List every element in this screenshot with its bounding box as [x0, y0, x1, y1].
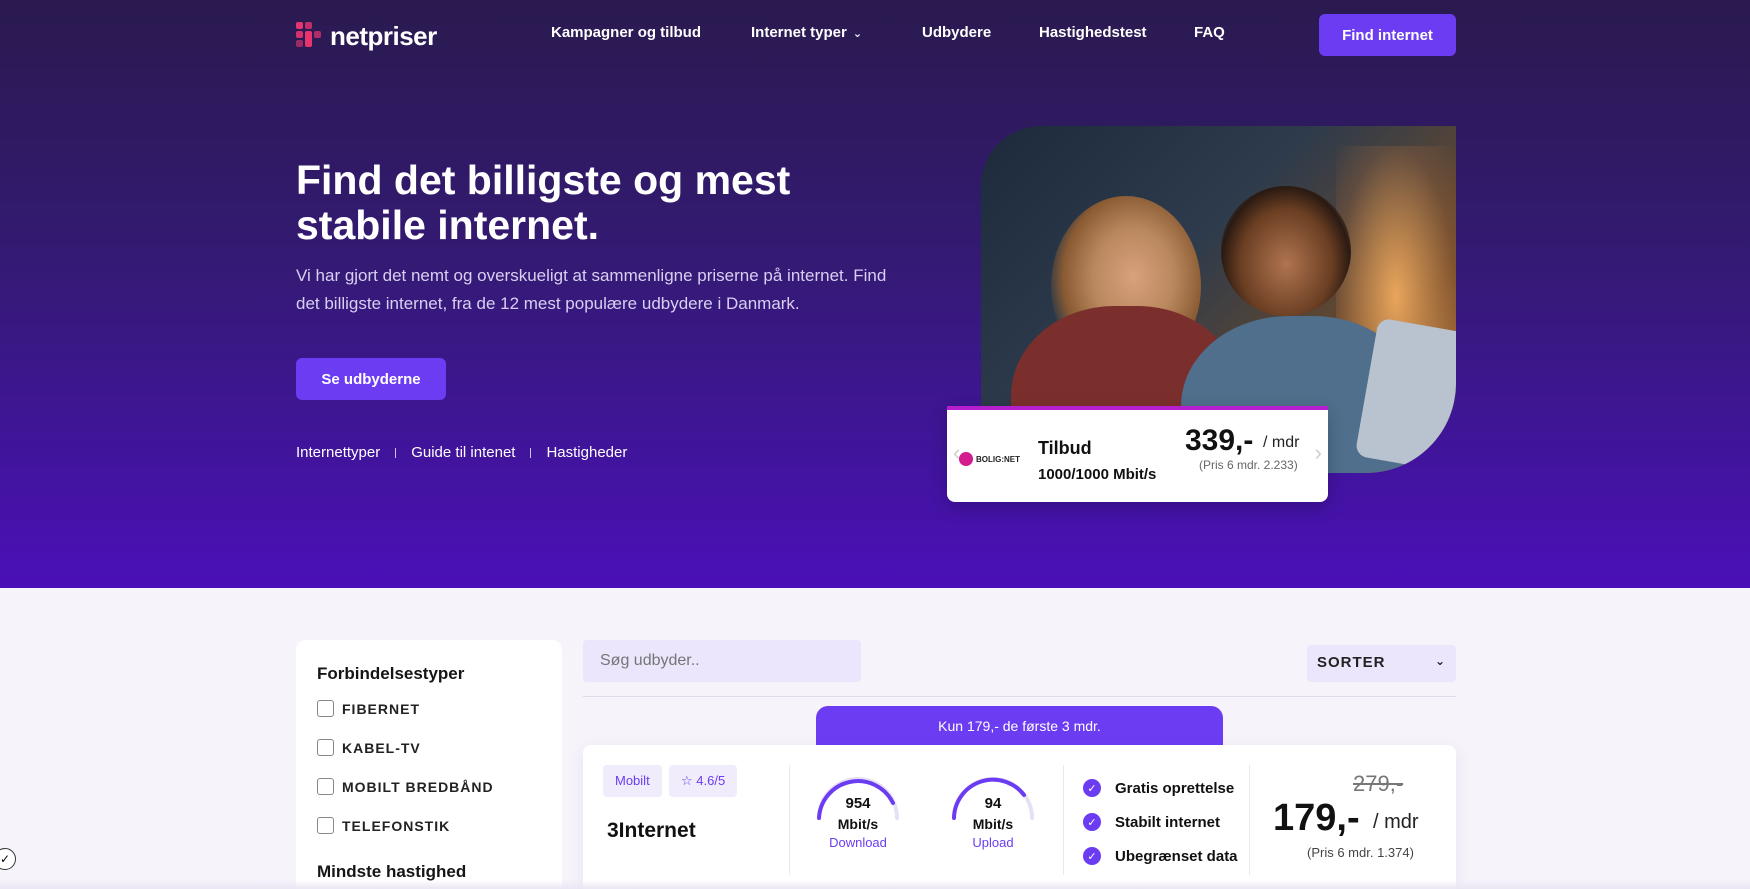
upload-value: 94	[984, 795, 1002, 812]
link-divider	[395, 447, 397, 458]
feature-label: Gratis oprettelse	[1115, 779, 1235, 797]
offer-note: (Pris 6 mdr. 2.233)	[1199, 458, 1298, 472]
filter-label: MOBILT BREDBÅND	[342, 778, 494, 795]
chevron-down-icon: ⌄	[1434, 654, 1446, 668]
offer-card[interactable]: ‹ › BOLIG:NET Tilbud 1000/1000 Mbit/s 33…	[947, 406, 1328, 502]
checkbox[interactable]	[317, 700, 334, 717]
rating-value: 4.6/5	[696, 773, 726, 788]
old-price: 279,-	[1353, 771, 1404, 796]
feature-label: Ubegrænset data	[1115, 847, 1238, 865]
divider	[789, 765, 790, 875]
chevron-right-icon[interactable]: ›	[1315, 440, 1322, 466]
offer-logo-text: BOLIG:NET	[976, 454, 1020, 464]
filter-sidebar: Forbindelsestyper FIBERNET KABEL-TV MOBI…	[296, 640, 562, 889]
link-internettyper[interactable]: Internettyper	[296, 444, 380, 461]
feature-label: Stabilt internet	[1115, 813, 1221, 831]
filter-telefonstik[interactable]: TELEFONSTIK	[317, 817, 450, 834]
price-unit: / mdr	[1373, 811, 1419, 833]
hero-links: Internettyper Guide til intenet Hastighe…	[296, 444, 627, 461]
feature-item: ✓ Gratis oprettelse	[1083, 779, 1234, 797]
offer-speed: 1000/1000 Mbit/s	[1038, 466, 1157, 483]
nav-internet-typer-label: Internet typer	[751, 24, 847, 41]
sort-label: SORTER	[1317, 654, 1386, 671]
logo[interactable]: netpriser	[296, 20, 437, 52]
boligbet-logo: BOLIG:NET	[959, 452, 1020, 466]
offer-title: Tilbud	[1038, 438, 1092, 458]
hero-section: netpriser Kampagner og tilbud Internet t…	[0, 0, 1750, 588]
se-udbyderne-button[interactable]: Se udbyderne	[296, 358, 446, 400]
rating-tag: ☆ 4.6/5	[669, 765, 738, 797]
feature-item: ✓ Ubegrænset data	[1083, 847, 1238, 865]
divider	[583, 696, 1456, 697]
check-icon: ✓	[1083, 813, 1101, 831]
nav-faq[interactable]: FAQ	[1194, 24, 1225, 41]
link-guide[interactable]: Guide til intenet	[411, 444, 515, 461]
nav-udbydere[interactable]: Udbydere	[922, 24, 991, 41]
provider-card[interactable]: Mobilt ☆ 4.6/5 3Internet 954 Mbit/s Down…	[583, 745, 1456, 889]
cookie-settings-icon[interactable]: ✓	[0, 848, 16, 870]
type-tag: Mobilt	[603, 765, 662, 797]
logo-icon	[296, 20, 322, 52]
filter-label: FIBERNET	[342, 700, 420, 717]
filter-fibernet[interactable]: FIBERNET	[317, 700, 420, 717]
filter-title: Forbindelsestyper	[317, 664, 465, 683]
find-internet-button[interactable]: Find internet	[1319, 14, 1456, 56]
check-icon: ✓	[1083, 779, 1101, 797]
speed-filter-title: Mindste hastighed	[317, 862, 467, 881]
filter-label: TELEFONSTIK	[342, 817, 451, 834]
filter-kabel-tv[interactable]: KABEL-TV	[317, 739, 421, 756]
divider	[1249, 765, 1250, 875]
promo-banner: Kun 179,- de første 3 mdr.	[816, 706, 1223, 746]
divider	[1063, 765, 1064, 875]
star-icon: ☆	[681, 773, 693, 788]
bottom-fade	[0, 880, 1750, 889]
price-note: (Pris 6 mdr. 1.374)	[1307, 845, 1414, 860]
feature-item: ✓ Stabilt internet	[1083, 813, 1220, 831]
search-input[interactable]	[583, 640, 861, 682]
filter-label: KABEL-TV	[342, 739, 421, 756]
checkbox[interactable]	[317, 778, 334, 795]
provider-name: 3Internet	[607, 819, 696, 842]
offer-price: 339,-	[1185, 424, 1254, 457]
filter-mobilt-bredband[interactable]: MOBILT BREDBÅND	[317, 778, 494, 795]
nav-internet-typer[interactable]: Internet typer ⌄	[751, 24, 862, 41]
chevron-down-icon: ⌄	[852, 28, 863, 40]
download-value: 954	[845, 795, 871, 812]
hero-title: Find det billigste og mest stabile inter…	[296, 157, 791, 248]
sort-select[interactable]: SORTER ⌄	[1307, 645, 1456, 682]
top-navigation: netpriser Kampagner og tilbud Internet t…	[0, 0, 1750, 70]
price: 179,-	[1273, 797, 1360, 839]
link-hastigheder[interactable]: Hastigheder	[546, 444, 627, 461]
hero-subtitle: Vi har gjort det nemt og overskueligt at…	[296, 266, 887, 313]
check-icon: ✓	[1083, 847, 1101, 865]
link-divider	[530, 447, 532, 458]
download-label: Download	[829, 835, 887, 850]
checkbox[interactable]	[317, 817, 334, 834]
logo-text: netpriser	[330, 20, 437, 51]
upload-unit: Mbit/s	[972, 816, 1014, 832]
offer-unit: / mdr	[1263, 434, 1300, 451]
download-unit: Mbit/s	[837, 816, 879, 832]
nav-hastighedstest[interactable]: Hastighedstest	[1039, 24, 1147, 41]
nav-kampagner[interactable]: Kampagner og tilbud	[551, 24, 701, 41]
checkbox[interactable]	[317, 739, 334, 756]
upload-label: Upload	[972, 835, 1014, 850]
